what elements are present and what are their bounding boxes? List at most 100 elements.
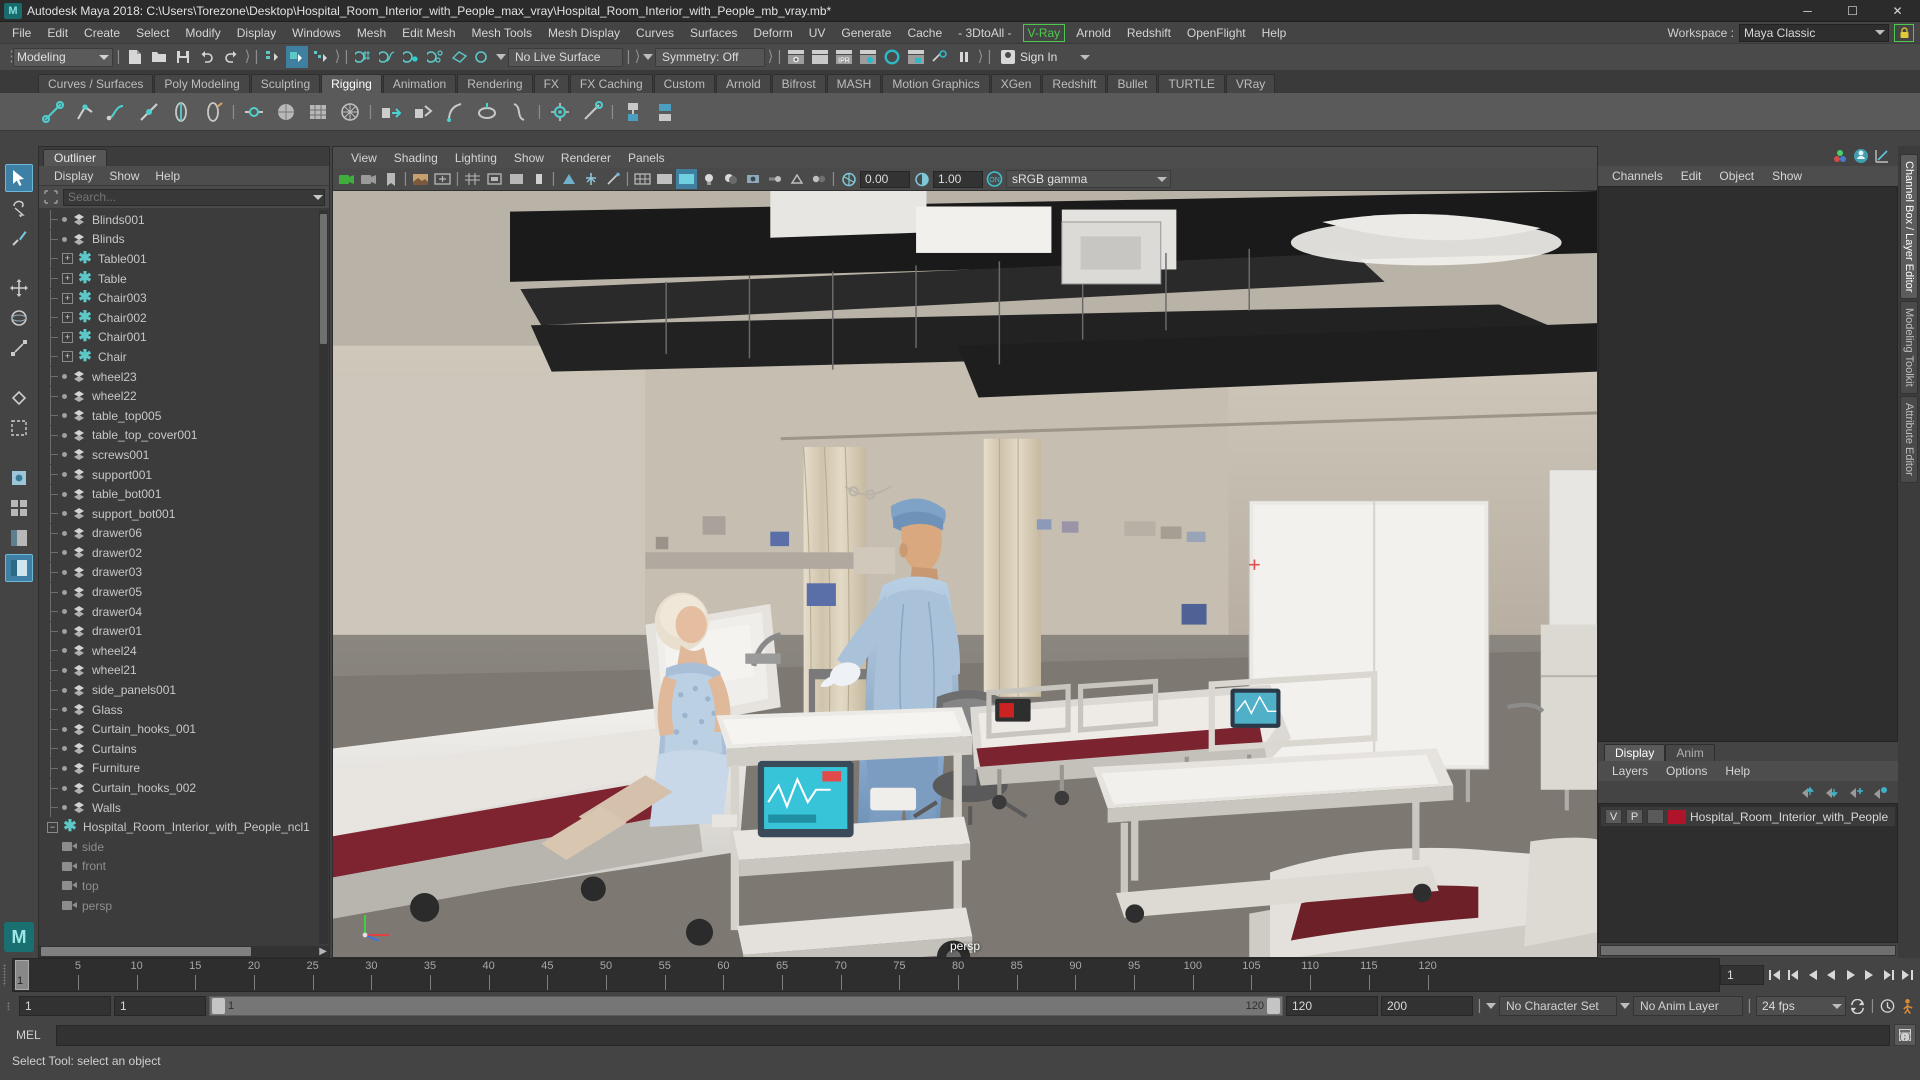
step-back-key-button[interactable]: [1785, 965, 1802, 985]
chevron-down-icon[interactable]: [643, 54, 653, 60]
shelf-tab-bullet[interactable]: Bullet: [1107, 74, 1158, 93]
gate-mask-icon[interactable]: [528, 169, 549, 189]
film-gate-icon[interactable]: [484, 169, 505, 189]
outliner-horizontal-scrollbar[interactable]: ▶: [39, 946, 329, 957]
loop-icon[interactable]: [1849, 996, 1866, 1016]
outliner-item[interactable]: + ✱ Table001: [39, 249, 329, 269]
outliner-item[interactable]: table_bot001: [39, 484, 329, 504]
snap-to-projected-center-button[interactable]: [424, 46, 446, 68]
select-tool-button[interactable]: [5, 164, 33, 192]
rotate-tool-button[interactable]: [5, 304, 33, 332]
outliner-item[interactable]: Blinds: [39, 229, 329, 250]
image-plane-icon[interactable]: [410, 169, 431, 189]
menu-edit-mesh[interactable]: Edit Mesh: [394, 23, 463, 43]
outliner-item[interactable]: wheel23: [39, 367, 329, 387]
cluster-deformer-icon[interactable]: [335, 97, 365, 127]
search-input[interactable]: [63, 188, 325, 206]
fps-select[interactable]: 24 fps: [1756, 996, 1846, 1016]
vtab-modeling-toolkit[interactable]: Modeling Toolkit: [1900, 301, 1918, 395]
lock-icon[interactable]: [1894, 23, 1914, 42]
time-slider[interactable]: 1 5 10 15 20 25 30 35 40 45 50 55 60 65 70 75 80 85 90 95 1…: [12, 958, 1720, 992]
outliner-item[interactable]: support001: [39, 465, 329, 485]
shelf-tab-custom[interactable]: Custom: [653, 74, 715, 93]
menu-create[interactable]: Create: [76, 23, 128, 43]
resolution-gate-icon[interactable]: [506, 169, 527, 189]
move-tool-button[interactable]: [5, 274, 33, 302]
shelf-tab-poly-modeling[interactable]: Poly Modeling: [154, 74, 250, 93]
outliner-item[interactable]: table_top_cover001: [39, 425, 329, 446]
step-forward-key-button[interactable]: [1880, 965, 1897, 985]
shelf-tab-xgen[interactable]: XGen: [990, 74, 1042, 93]
layer-visibility-toggle[interactable]: V: [1605, 809, 1622, 824]
gamma-field[interactable]: 1.00: [933, 170, 983, 188]
show-graph-editor-icon[interactable]: [1874, 148, 1890, 164]
create-blend-shape-icon[interactable]: [376, 97, 406, 127]
layer-menu-layers[interactable]: Layers: [1604, 761, 1656, 781]
ipr-render-button[interactable]: IPR: [833, 46, 855, 68]
menu-set-select[interactable]: Modeling: [13, 47, 113, 67]
outliner-item[interactable]: Walls: [39, 798, 329, 818]
outliner-item[interactable]: wheel21: [39, 660, 329, 681]
menu-display[interactable]: Display: [229, 23, 284, 43]
outliner-item[interactable]: Curtain_hooks_002: [39, 778, 329, 798]
outliner-item[interactable]: drawer04: [39, 602, 329, 622]
last-tool-button[interactable]: [5, 384, 33, 412]
anim-layer-field[interactable]: No Anim Layer: [1633, 996, 1743, 1016]
layer-list[interactable]: V P Hospital_Room_Interior_with_People: [1598, 803, 1898, 943]
channel-box-menu-edit[interactable]: Edit: [1673, 166, 1710, 186]
outliner-item[interactable]: Glass: [39, 700, 329, 720]
screen-space-ao-icon[interactable]: [742, 169, 763, 189]
create-ik-spline-icon[interactable]: [102, 97, 132, 127]
layer-tab-display[interactable]: Display: [1604, 744, 1666, 761]
menu-select[interactable]: Select: [128, 23, 177, 43]
layout-outliner-persp-selected-button[interactable]: [5, 554, 33, 582]
use-all-lights-icon[interactable]: [698, 169, 719, 189]
outliner-vertical-scrollbar[interactable]: [319, 210, 328, 944]
redo-button[interactable]: [220, 46, 242, 68]
shelf-tab-rendering[interactable]: Rendering: [457, 74, 533, 93]
select-by-hierarchy-button[interactable]: [262, 46, 284, 68]
layout-four-view-button[interactable]: [5, 494, 33, 522]
go-to-end-button[interactable]: [1899, 965, 1916, 985]
chevron-down-icon[interactable]: [313, 194, 323, 200]
outliner-tab[interactable]: Outliner: [43, 149, 108, 166]
smooth-bind-icon[interactable]: [239, 97, 269, 127]
gamma-icon[interactable]: [911, 169, 932, 189]
shadows-icon[interactable]: [720, 169, 741, 189]
outliner-item[interactable]: + ✱ Chair: [39, 347, 329, 367]
menu-help[interactable]: Help: [1254, 23, 1295, 43]
outliner-item[interactable]: persp: [39, 896, 329, 916]
constraint-point-icon[interactable]: [577, 97, 607, 127]
snap-to-grid-button[interactable]: [352, 46, 374, 68]
snap-to-curve-button[interactable]: [376, 46, 398, 68]
collapse-toggle-icon[interactable]: −: [47, 821, 58, 833]
layer-playback-toggle[interactable]: P: [1626, 809, 1643, 824]
playback-start-field[interactable]: 1: [114, 996, 206, 1016]
step-back-frame-button[interactable]: [1804, 965, 1821, 985]
channel-box-menu-channels[interactable]: Channels: [1604, 166, 1671, 186]
animation-preferences-icon[interactable]: [1879, 996, 1896, 1016]
depth-of-field-icon[interactable]: [808, 169, 829, 189]
layout-single-perspective-button[interactable]: [5, 464, 33, 492]
wrap-deformer-icon[interactable]: [303, 97, 333, 127]
move-layer-down-icon[interactable]: [1824, 785, 1840, 799]
outliner-item[interactable]: drawer02: [39, 543, 329, 563]
isolate-select-icon[interactable]: [558, 169, 579, 189]
human-ik-icon[interactable]: [650, 97, 680, 127]
menu-file[interactable]: File: [4, 23, 39, 43]
outliner-tree[interactable]: Blinds001 Blinds + ✱ Table001 + ✱ Table + ✱ Chair0…: [39, 208, 329, 946]
new-scene-button[interactable]: [124, 46, 146, 68]
outliner-menu-show[interactable]: Show: [102, 167, 146, 185]
shelf-tab-turtle[interactable]: TURTLE: [1158, 74, 1225, 93]
expand-toggle-icon[interactable]: +: [62, 312, 73, 324]
render-current-frame-button[interactable]: [785, 46, 807, 68]
new-layer-from-selected-icon[interactable]: [1872, 785, 1888, 799]
chevron-down-icon[interactable]: [496, 54, 506, 60]
toggle-batch-render-button[interactable]: [929, 46, 951, 68]
outliner-item[interactable]: drawer03: [39, 562, 329, 583]
viewport-menu-panels[interactable]: Panels: [620, 148, 673, 168]
minimize-button[interactable]: ─: [1785, 0, 1830, 22]
vtab-attribute-editor[interactable]: Attribute Editor: [1900, 396, 1918, 483]
character-set-field[interactable]: No Character Set: [1499, 996, 1617, 1016]
outliner-item[interactable]: support_bot001: [39, 504, 329, 524]
